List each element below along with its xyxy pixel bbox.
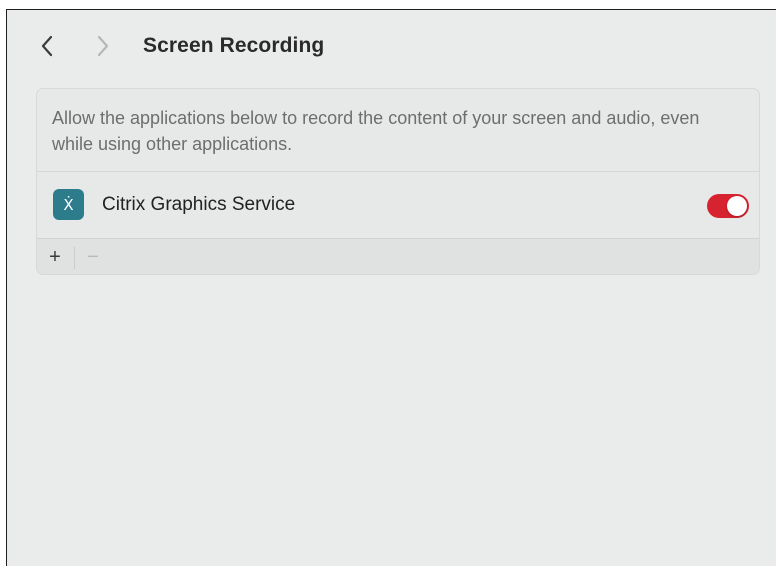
toolbar: Screen Recording bbox=[7, 10, 776, 80]
chevron-left-icon bbox=[41, 35, 53, 57]
app-name: Citrix Graphics Service bbox=[102, 194, 296, 215]
remove-app-button[interactable]: − bbox=[75, 239, 111, 274]
settings-window: Screen Recording Allow the applications … bbox=[6, 9, 776, 566]
back-button[interactable] bbox=[35, 32, 59, 60]
page-title: Screen Recording bbox=[143, 34, 325, 57]
app-row-citrix-graphics-service: Ẋ Citrix Graphics Service bbox=[37, 172, 759, 238]
panel-description: Allow the applications below to record t… bbox=[52, 108, 700, 154]
screen-recording-panel: Allow the applications below to record t… bbox=[36, 88, 760, 275]
citrix-icon: Ẋ bbox=[53, 189, 84, 220]
add-app-button[interactable]: + bbox=[37, 239, 73, 274]
list-actions-bar: + − bbox=[37, 238, 759, 274]
chevron-right-icon bbox=[97, 35, 109, 57]
screen-recording-toggle[interactable] bbox=[707, 194, 749, 218]
toggle-knob bbox=[727, 196, 747, 216]
forward-button[interactable] bbox=[91, 32, 115, 60]
